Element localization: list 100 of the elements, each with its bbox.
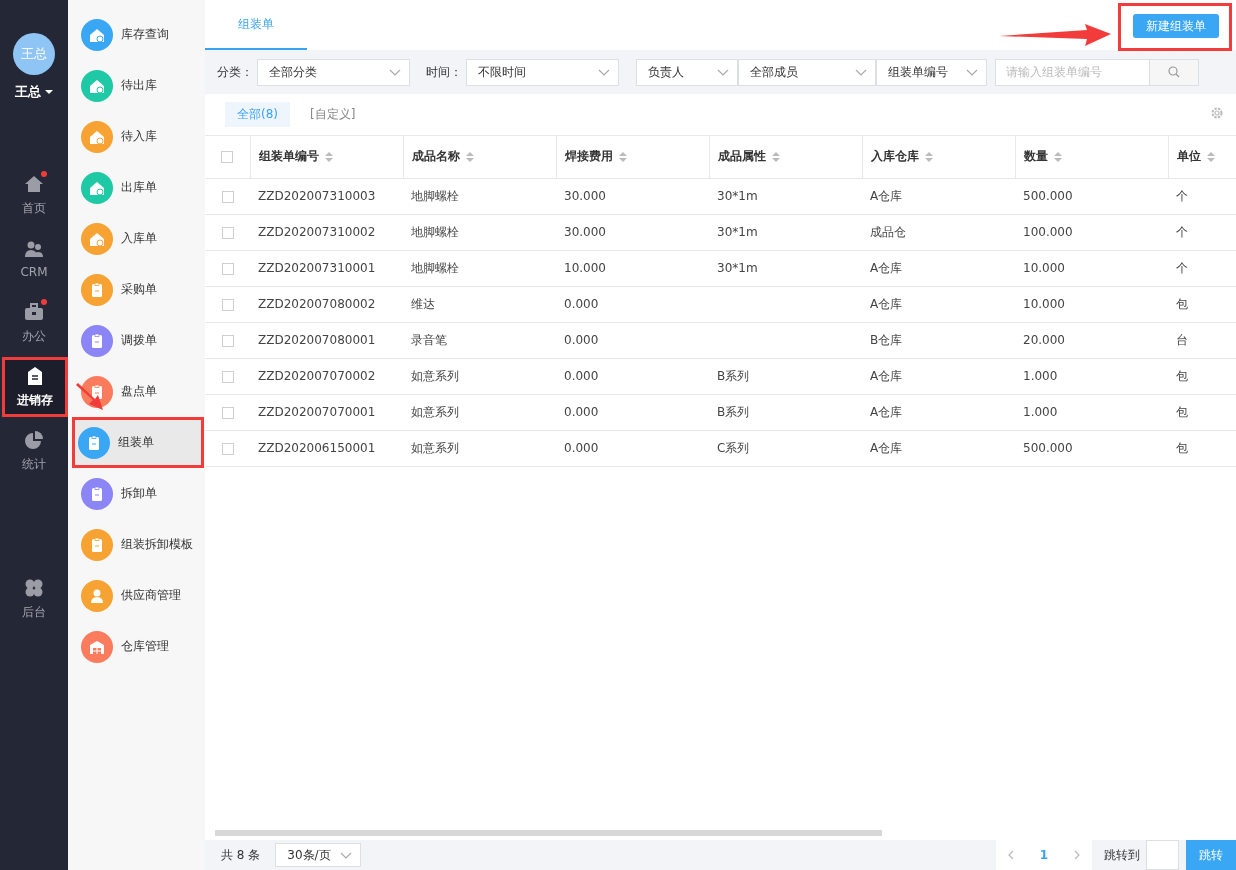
table-cell: A仓库 (870, 440, 903, 455)
table-cell: 如意系列 (411, 368, 459, 383)
row-checkbox[interactable] (221, 406, 234, 419)
chevron-icon (598, 68, 610, 76)
table-cell: 30.000 (564, 189, 606, 203)
search-field-dropdown[interactable]: 组装单编号 (876, 58, 987, 86)
menu-item[interactable]: 库存查询 (68, 9, 205, 60)
chevron-icon (966, 68, 978, 76)
sort-icon (1053, 151, 1062, 162)
menu-item[interactable]: 组装拆卸模板 (68, 519, 205, 570)
nav-item[interactable]: 办公 (4, 293, 64, 353)
table-cell: 30*1m (717, 225, 758, 239)
table-cell: ZZD202007080001 (258, 333, 376, 347)
table-cell: 10.000 (564, 261, 606, 275)
table-cell: 500.000 (1023, 441, 1073, 455)
scrollbar-thumb[interactable] (215, 830, 882, 836)
row-checkbox[interactable] (221, 226, 234, 239)
table-cell: 成品仓 (870, 224, 906, 239)
filter-label: 时间： (426, 63, 462, 81)
table-cell: B系列 (717, 404, 750, 419)
caret-icon (45, 90, 53, 94)
menu-item[interactable]: 拆卸单 (68, 468, 205, 519)
search-button[interactable] (1150, 58, 1199, 86)
sort-icon (1206, 151, 1215, 162)
table-cell: 0.000 (564, 369, 599, 383)
menu-item[interactable]: 供应商管理 (68, 570, 205, 621)
nav-item[interactable]: 后台 (4, 569, 64, 629)
row-checkbox[interactable] (221, 334, 234, 347)
next-page-icon (1074, 850, 1080, 860)
table-cell: 包 (1176, 440, 1188, 455)
column-header[interactable]: 焊接费用 (564, 148, 613, 166)
search-input[interactable]: 请输入组装单编号 (995, 58, 1150, 86)
table-cell: 20.000 (1023, 333, 1065, 347)
nav-item[interactable]: 统计 (4, 421, 64, 481)
sort-icon (618, 151, 627, 162)
table-cell: A仓库 (870, 296, 903, 311)
table-cell: ZZD202006150001 (258, 441, 376, 455)
chevron-icon (855, 68, 867, 76)
nav-item[interactable]: 首页 (4, 165, 64, 225)
table-cell: 包 (1176, 368, 1188, 383)
table-cell: B仓库 (870, 332, 903, 347)
user-menu[interactable]: 王总 (15, 83, 53, 101)
sort-icon (771, 151, 780, 162)
row-checkbox[interactable] (221, 262, 234, 275)
table-cell: A仓库 (870, 260, 903, 275)
table-cell: 100.000 (1023, 225, 1073, 239)
table-cell: 包 (1176, 404, 1188, 419)
table-cell: 500.000 (1023, 189, 1073, 203)
table-cell: 1.000 (1023, 369, 1058, 383)
menu-item[interactable]: 待入库 (68, 111, 205, 162)
column-header[interactable]: 成品名称 (411, 148, 460, 166)
nav-item[interactable]: CRM (4, 229, 64, 289)
column-header[interactable]: 单位 (1176, 148, 1201, 166)
row-checkbox[interactable] (221, 442, 234, 455)
settings-icon (1210, 106, 1224, 120)
menu-item[interactable]: 仓库管理 (68, 621, 205, 672)
category-dropdown[interactable]: 全部分类 (257, 58, 410, 86)
member-dropdown[interactable]: 全部成员 (738, 58, 876, 86)
table-cell: ZZD202007080002 (258, 297, 376, 311)
menu-item[interactable]: 调拨单 (68, 315, 205, 366)
table-cell: 0.000 (564, 405, 599, 419)
menu-item[interactable]: 采购单 (68, 264, 205, 315)
table-cell: 0.000 (564, 333, 599, 347)
table-cell: 30*1m (717, 189, 758, 203)
chevron-icon (717, 68, 729, 76)
table-cell: 30*1m (717, 261, 758, 275)
table-cell: 地脚螺栓 (411, 224, 459, 239)
menu-item[interactable]: 待出库 (68, 60, 205, 111)
row-checkbox[interactable] (221, 298, 234, 311)
menu-item[interactable]: 出库单 (68, 162, 205, 213)
row-checkbox[interactable] (221, 190, 234, 203)
table-cell: 如意系列 (411, 440, 459, 455)
table-cell: 1.000 (1023, 405, 1058, 419)
column-header[interactable]: 数量 (1023, 148, 1048, 166)
menu-item[interactable]: 入库单 (68, 213, 205, 264)
page-input[interactable] (1146, 840, 1179, 870)
table-cell: 10.000 (1023, 261, 1065, 275)
table-cell: ZZD202007310002 (258, 225, 376, 239)
table-cell: 个 (1176, 224, 1188, 239)
column-header[interactable]: 成品属性 (717, 148, 766, 166)
table-cell: ZZD202007310001 (258, 261, 376, 275)
row-checkbox[interactable] (221, 370, 234, 383)
sort-icon (465, 151, 474, 162)
page-size-dropdown[interactable]: 30条/页 (275, 843, 362, 867)
filter-label: 分类： (217, 63, 253, 81)
column-header[interactable]: 入库仓库 (870, 148, 919, 166)
table-cell: 个 (1176, 260, 1188, 275)
table-cell: C系列 (717, 440, 750, 455)
select-all-checkbox[interactable] (221, 151, 234, 164)
table-cell: 维达 (411, 296, 435, 311)
view-tab[interactable]: [自定义] (298, 102, 368, 127)
column-header[interactable]: 组装单编号 (258, 148, 319, 166)
owner-dropdown[interactable]: 负责人 (636, 58, 738, 86)
time-dropdown[interactable]: 不限时间 (466, 58, 619, 86)
table-cell: 30.000 (564, 225, 606, 239)
table-cell: A仓库 (870, 404, 903, 419)
nav-item[interactable]: 进销存 (2, 357, 68, 417)
previous-page-icon (1007, 850, 1014, 860)
table-cell: A仓库 (870, 188, 903, 203)
pie-chart-icon (24, 429, 44, 450)
